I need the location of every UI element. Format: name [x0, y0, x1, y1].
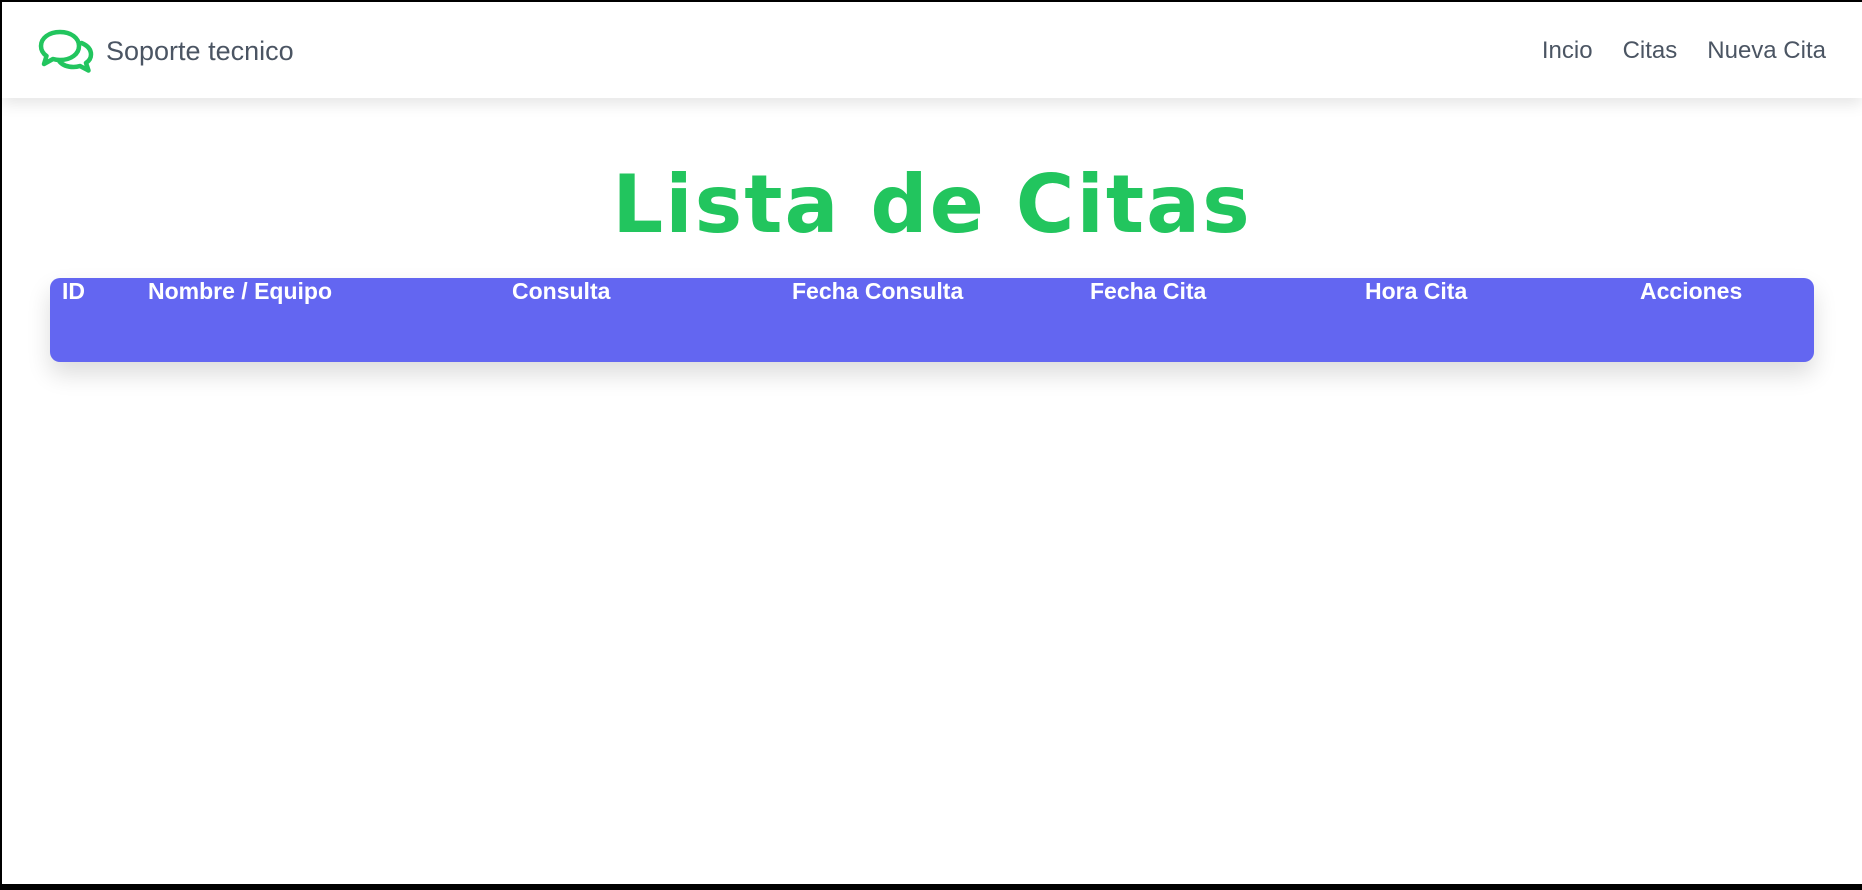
page-title: Lista de Citas	[612, 158, 1252, 251]
column-header-acciones: Acciones	[1640, 278, 1743, 304]
column-header-consulta: Consulta	[512, 278, 611, 304]
column-header-id: ID	[62, 278, 85, 304]
nav-links: Incio Citas Nueva Cita	[1542, 33, 1826, 69]
table-header-row: ID Nombre / Equipo Consulta Fecha Consul…	[50, 278, 1814, 305]
chat-bubbles-icon	[38, 28, 94, 74]
citas-table-container: ID Nombre / Equipo Consulta Fecha Consul…	[50, 278, 1814, 362]
table-body	[50, 305, 1814, 362]
nav-link-nueva-cita[interactable]: Nueva Cita	[1707, 33, 1826, 69]
citas-table: ID Nombre / Equipo Consulta Fecha Consul…	[50, 278, 1814, 362]
page: Soporte tecnico Incio Citas Nueva Cita L…	[2, 2, 1862, 884]
column-header-nombre-equipo: Nombre / Equipo	[148, 278, 332, 304]
column-header-fecha-consulta: Fecha Consulta	[792, 278, 964, 304]
brand-name: Soporte tecnico	[106, 35, 294, 66]
column-header-hora-cita: Hora Cita	[1365, 278, 1468, 304]
navbar: Soporte tecnico Incio Citas Nueva Cita	[2, 2, 1862, 98]
brand-link[interactable]: Soporte tecnico	[38, 28, 294, 74]
table-header: ID Nombre / Equipo Consulta Fecha Consul…	[50, 278, 1814, 305]
column-header-fecha-cita: Fecha Cita	[1090, 278, 1207, 304]
nav-link-citas[interactable]: Citas	[1623, 33, 1678, 69]
nav-link-incio[interactable]: Incio	[1542, 33, 1593, 69]
